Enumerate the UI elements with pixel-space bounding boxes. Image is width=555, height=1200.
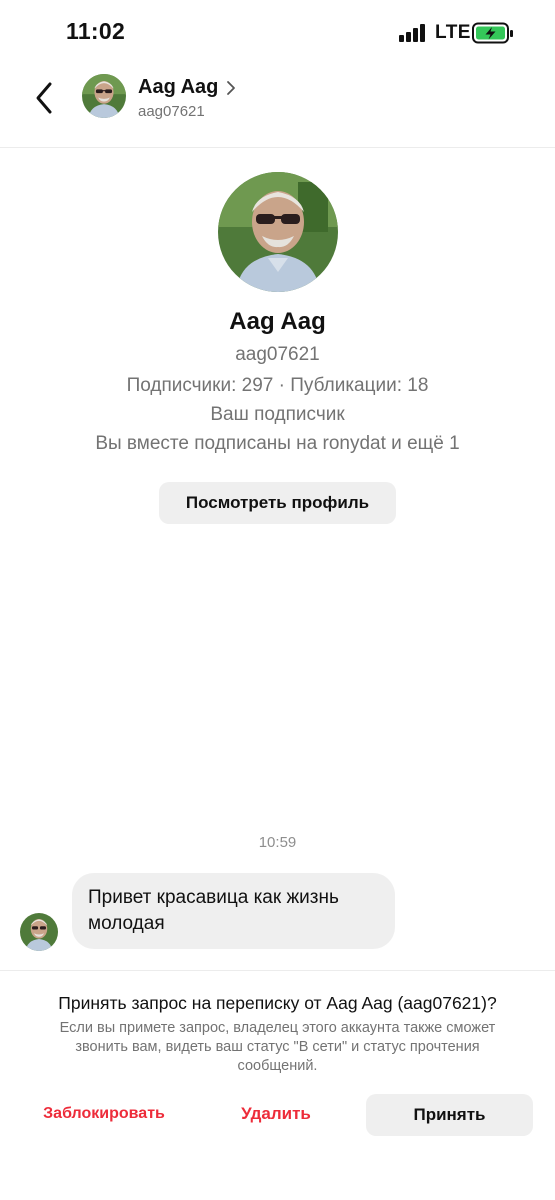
- battery-charging-icon: [472, 22, 513, 44]
- network-type: LTE: [435, 22, 471, 43]
- avatar[interactable]: [82, 74, 126, 118]
- mutual-followers: Вы вместе подписаны на ronydat и ещё 1: [95, 433, 460, 454]
- view-profile-button[interactable]: Посмотреть профиль: [159, 482, 396, 524]
- status-time: 11:02: [66, 18, 126, 44]
- status-bar: 11:02 LTE: [0, 0, 555, 64]
- header-name: Aag Aag: [138, 76, 219, 98]
- signal-icon: [399, 24, 429, 42]
- header-username: aag07621: [138, 103, 205, 120]
- block-button[interactable]: Заблокировать: [24, 1093, 184, 1135]
- request-description: Если вы примете запрос, владелец этого а…: [59, 1020, 496, 1074]
- profile-username: aag07621: [235, 344, 320, 365]
- chevron-left-icon[interactable]: [28, 78, 62, 118]
- accept-button[interactable]: Принять: [366, 1094, 533, 1136]
- profile-stats: Подписчики: 297 · Публикации: 18: [126, 375, 429, 396]
- message-request-panel: Принять запрос на переписку от Aag Aag (…: [0, 970, 555, 1200]
- profile-avatar[interactable]: [218, 172, 338, 292]
- delete-button[interactable]: Удалить: [200, 1093, 352, 1135]
- follows-you-label: Ваш подписчик: [210, 404, 345, 425]
- message-timestamp: 10:59: [258, 834, 297, 851]
- profile-name: Aag Aag: [229, 308, 326, 335]
- chat-header: Aag Aag aag07621: [0, 64, 555, 148]
- chevron-right-icon: [227, 80, 236, 95]
- header-name-link[interactable]: Aag Aag: [138, 76, 236, 99]
- sender-avatar[interactable]: [20, 913, 58, 951]
- message-bubble[interactable]: Привет красавица как жизнь молодая: [72, 873, 395, 949]
- request-title: Принять запрос на переписку от Aag Aag (…: [58, 993, 497, 1013]
